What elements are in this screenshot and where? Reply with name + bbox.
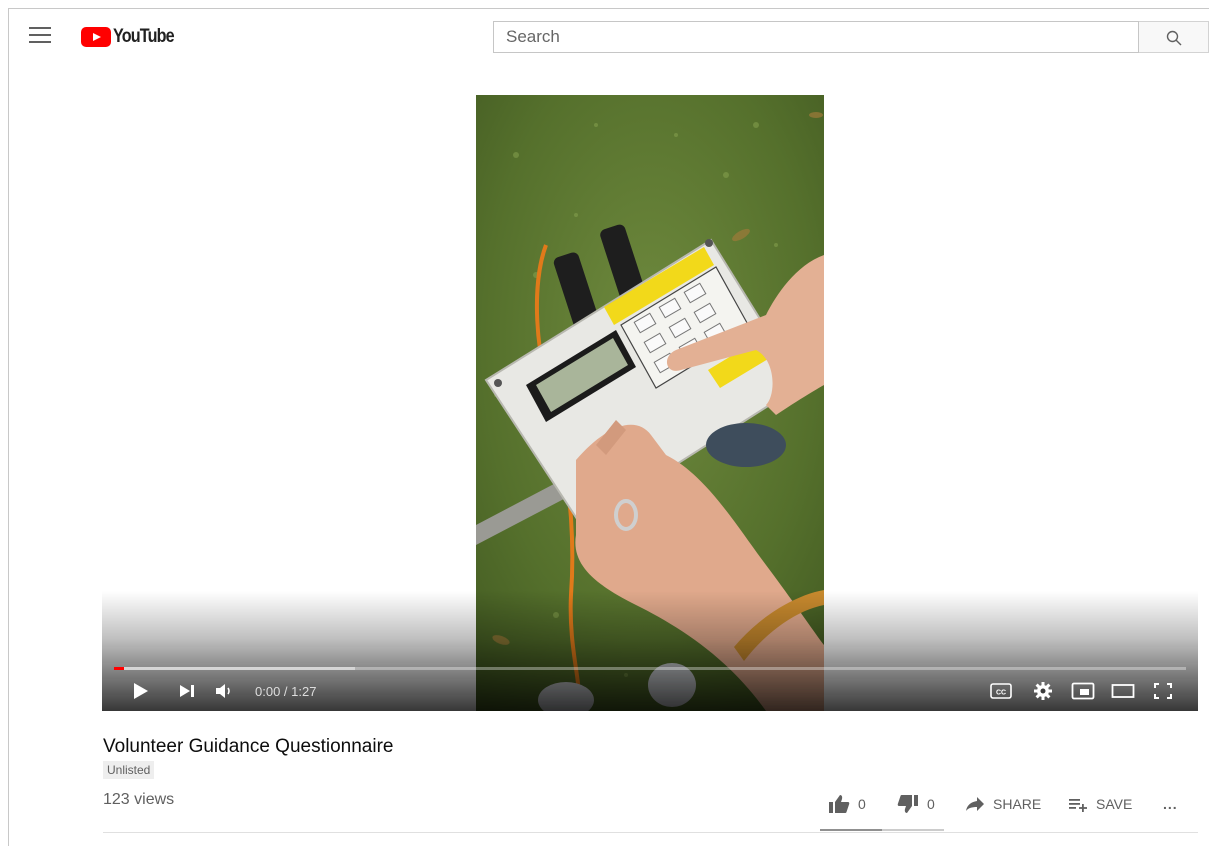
time-separator: /: [280, 684, 292, 699]
volume-button[interactable]: [214, 678, 234, 704]
time-total: 1:27: [291, 684, 317, 699]
save-button[interactable]: SAVE: [1068, 793, 1132, 815]
search-input[interactable]: [494, 22, 1138, 52]
buffer-bar: [114, 667, 356, 670]
video-title: Volunteer Guidance Questionnaire: [103, 736, 394, 757]
share-label: SHARE: [993, 796, 1042, 812]
sentiment-bar: [820, 829, 944, 831]
save-label: SAVE: [1096, 796, 1133, 812]
dislike-count: 0: [927, 796, 935, 812]
search-box: [493, 21, 1139, 53]
play-button[interactable]: [132, 678, 150, 704]
view-count: 123 views: [103, 791, 175, 808]
play-icon: [134, 683, 148, 699]
time-current: 0:00: [255, 684, 281, 699]
share-icon: [966, 797, 984, 811]
dislike-button[interactable]: 0: [897, 793, 935, 815]
miniplayer-button[interactable]: [1071, 678, 1095, 704]
next-button[interactable]: [178, 678, 196, 704]
progress-bar[interactable]: [114, 667, 1186, 670]
more-icon: ...: [1163, 796, 1178, 812]
like-count: 0: [858, 796, 866, 812]
video-player[interactable]: 0:00 / 1:27 CC: [102, 95, 1198, 711]
theater-icon: [1111, 684, 1135, 698]
next-icon: [180, 685, 194, 697]
search-button[interactable]: [1139, 21, 1209, 53]
sentiment-like-portion: [820, 829, 882, 831]
captions-button[interactable]: CC: [990, 678, 1012, 704]
window-border-left: [8, 8, 9, 846]
like-button[interactable]: 0: [828, 793, 866, 815]
svg-text:CC: CC: [996, 690, 1006, 697]
like-icon: [829, 795, 850, 813]
time-display: 0:00 / 1:27: [255, 684, 316, 699]
youtube-logo[interactable]: YouTube: [81, 26, 184, 48]
masthead: YouTube: [9, 9, 1209, 67]
info-divider: [103, 832, 1198, 833]
settings-button[interactable]: [1033, 678, 1053, 704]
dislike-icon: [897, 795, 918, 813]
search-icon: [1166, 30, 1182, 46]
menu-icon[interactable]: [29, 27, 51, 45]
logo-text: YouTube: [113, 26, 175, 47]
miniplayer-icon: [1071, 682, 1095, 700]
share-button[interactable]: SHARE: [965, 793, 1041, 815]
captions-icon: CC: [990, 683, 1012, 699]
more-actions-button[interactable]: ...: [1163, 793, 1178, 815]
save-playlist-icon: [1069, 799, 1087, 812]
youtube-logo-icon: [81, 27, 111, 47]
volume-icon: [216, 684, 230, 698]
played-bar: [114, 667, 124, 670]
privacy-badge: Unlisted: [103, 761, 155, 779]
settings-icon: [1034, 682, 1052, 700]
theater-mode-button[interactable]: [1111, 678, 1135, 704]
fullscreen-icon: [1154, 683, 1172, 699]
fullscreen-button[interactable]: [1153, 678, 1173, 704]
